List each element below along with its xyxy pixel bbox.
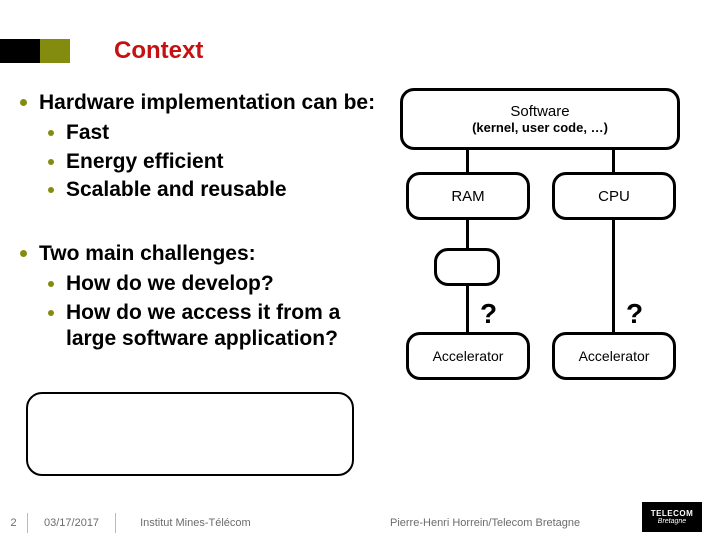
title-bar: Context xyxy=(0,30,720,72)
diagram-cpu-box: CPU xyxy=(552,172,676,220)
highlight-box xyxy=(26,392,354,476)
footer-institution: Institut Mines-Télécom xyxy=(116,517,275,529)
bullet-1-text: Hardware implementation can be: xyxy=(39,90,375,116)
diagram-ram-label: RAM xyxy=(451,188,484,205)
sub-text: Energy efficient xyxy=(66,149,224,175)
connector xyxy=(466,286,469,334)
bullet-icon xyxy=(48,130,54,136)
bullet-2-text: Two main challenges: xyxy=(39,241,256,267)
diagram-software-l1: Software xyxy=(510,103,569,120)
diagram-question-2: ? xyxy=(626,298,643,330)
bullet-1: Hardware implementation can be: xyxy=(20,90,384,116)
sub-item: How do we access it from a large softwar… xyxy=(48,300,384,353)
diagram-cpu-label: CPU xyxy=(598,188,630,205)
logo-line-2: Bretagne xyxy=(658,518,686,525)
bullet-icon xyxy=(20,99,27,106)
diagram-question-1: ? xyxy=(480,298,497,330)
connector xyxy=(466,220,469,250)
slide: Context Hardware implementation can be: … xyxy=(0,0,720,540)
sub-item: Fast xyxy=(48,120,384,146)
bullet-icon xyxy=(48,310,54,316)
bullet-2: Two main challenges: xyxy=(20,241,384,267)
sub-item: How do we develop? xyxy=(48,271,384,297)
accent-olive xyxy=(40,39,70,63)
footer-date: 03/17/2017 xyxy=(28,513,116,533)
accent-black xyxy=(0,39,40,63)
diagram-accelerator-2-box: Accelerator xyxy=(552,332,676,380)
diagram-accelerator-2-label: Accelerator xyxy=(579,348,650,364)
connector xyxy=(612,260,615,334)
diagram-software-box: Software (kernel, user code, …) xyxy=(400,88,680,150)
bullet-icon xyxy=(48,159,54,165)
footer: 2 03/17/2017 Institut Mines-Télécom Pier… xyxy=(0,506,720,540)
right-column: Software (kernel, user code, …) RAM CPU … xyxy=(394,80,700,490)
slide-title: Context xyxy=(114,37,203,65)
logo-line-1: TELECOM xyxy=(651,509,694,518)
diagram-accelerator-1-box: Accelerator xyxy=(406,332,530,380)
diagram-accelerator-1-label: Accelerator xyxy=(433,348,504,364)
connector xyxy=(612,220,615,260)
sub-text: Scalable and reusable xyxy=(66,177,287,203)
sub-text: How do we access it from a large softwar… xyxy=(66,300,384,353)
accent-gap xyxy=(70,39,84,63)
diagram-ram-box: RAM xyxy=(406,172,530,220)
diagram-software-l2: (kernel, user code, …) xyxy=(472,120,608,135)
bullet-icon xyxy=(48,281,54,287)
connector xyxy=(612,150,615,174)
diagram-empty-box xyxy=(434,248,500,286)
bullet-icon xyxy=(48,187,54,193)
bullet-icon xyxy=(20,250,27,257)
telecom-logo: TELECOM Bretagne xyxy=(642,502,702,532)
sub-item: Scalable and reusable xyxy=(48,177,384,203)
sub-text: Fast xyxy=(66,120,109,146)
sub-item: Energy efficient xyxy=(48,149,384,175)
connector xyxy=(466,150,469,174)
bullet-1-subs: Fast Energy efficient Scalable and reusa… xyxy=(48,120,384,203)
footer-author: Pierre-Henri Horrein/Telecom Bretagne xyxy=(390,517,580,529)
page-number: 2 xyxy=(0,513,28,533)
title-accent xyxy=(0,39,84,63)
sub-text: How do we develop? xyxy=(66,271,274,297)
bullet-2-subs: How do we develop? How do we access it f… xyxy=(48,271,384,352)
